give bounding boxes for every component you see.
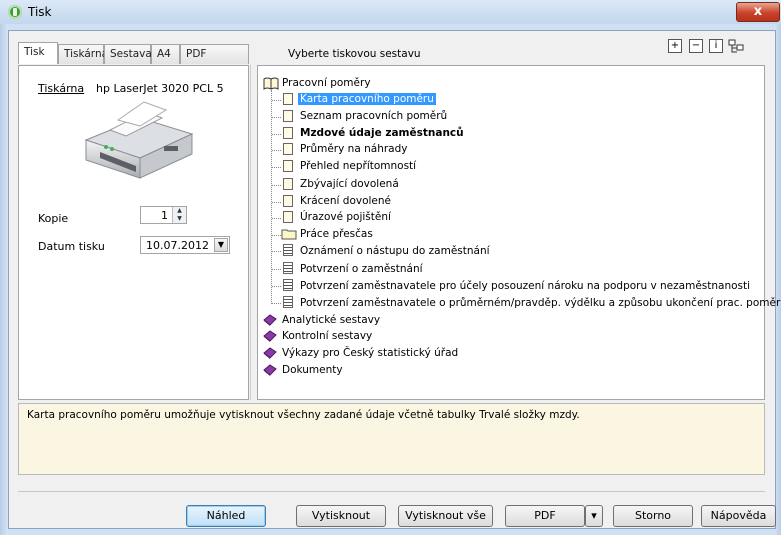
tab-tisk[interactable]: Tisk <box>18 42 58 64</box>
collapse-all-icon[interactable]: − <box>689 39 703 53</box>
tree-item[interactable]: Průměry na náhrady <box>300 141 407 157</box>
print-all-button[interactable]: Vytisknout vše <box>398 505 493 527</box>
document-icon <box>283 160 293 172</box>
tree-item[interactable]: Úrazové pojištění <box>300 209 391 225</box>
document-icon <box>283 143 293 155</box>
closed-book-icon <box>263 364 277 376</box>
tree-item[interactable]: Krácení dovolené <box>300 193 391 209</box>
document-icon <box>283 110 293 122</box>
dropdown-arrow-icon[interactable]: ▼ <box>214 238 228 252</box>
window-title: Tisk <box>28 5 52 19</box>
document-icon <box>283 211 293 223</box>
pdf-button[interactable]: PDF <box>505 505 585 527</box>
tree-item[interactable]: Seznam pracovních poměrů <box>300 108 447 124</box>
report-description: Karta pracovního poměru umožňuje vytiskn… <box>18 403 765 475</box>
tree-group-dokumenty[interactable]: Dokumenty <box>282 362 343 378</box>
print-date-value[interactable]: 10.07.2012 <box>146 239 209 252</box>
cancel-button[interactable]: Storno <box>613 505 693 527</box>
form-document-icon <box>283 279 293 291</box>
print-dialog: Tisk x Tisk Tiskárna Sestava A4 PDF Vybe… <box>0 0 781 535</box>
print-date-label: Datum tisku <box>38 240 105 253</box>
print-date-picker[interactable]: 10.07.2012 ▼ <box>140 236 230 254</box>
copies-spinner[interactable]: 1 ▲ ▼ <box>140 206 187 224</box>
tree-item[interactable]: Mzdové údaje zaměstnanců <box>300 125 464 141</box>
tree-item-label[interactable]: Karta pracovního poměru <box>298 93 436 105</box>
open-book-icon <box>263 77 279 90</box>
tab-pdf[interactable]: PDF <box>180 44 249 64</box>
tree-view-glyph <box>728 39 744 53</box>
tree-item[interactable]: Karta pracovního poměru <box>298 91 436 107</box>
tree-root-pracovni-pomery[interactable]: Pracovní poměry <box>282 75 371 91</box>
tree-item[interactable]: Potvrzení zaměstnavatele o průměrném/pra… <box>300 295 781 311</box>
tree-item[interactable]: Potvrzení o zaměstnání <box>300 261 423 277</box>
document-icon <box>283 195 293 207</box>
button-separator <box>18 491 765 492</box>
tree-item[interactable]: Zbývající dovolená <box>300 176 399 192</box>
pdf-dropdown-icon[interactable]: ▾ <box>585 505 603 527</box>
panel-splitter[interactable] <box>250 65 256 400</box>
printer-name: hp LaserJet 3020 PCL 5 <box>96 82 224 95</box>
expand-all-icon[interactable]: + <box>668 39 682 53</box>
copies-label: Kopie <box>38 212 69 225</box>
close-button[interactable]: x <box>736 2 780 22</box>
folder-icon <box>281 229 297 240</box>
document-icon <box>283 178 293 190</box>
tree-item[interactable]: Oznámení o nástupu do zaměstnání <box>300 243 490 259</box>
report-select-label: Vyberte tiskovou sestavu <box>288 48 421 60</box>
form-document-icon <box>283 262 293 274</box>
form-document-icon <box>283 244 293 256</box>
tree-connector <box>271 90 272 304</box>
tree-item[interactable]: Potvrzení zaměstnavatele pro účely posou… <box>300 278 750 294</box>
document-icon <box>283 127 293 139</box>
tree-group-analyticke-sestavy[interactable]: Analytické sestavy <box>282 312 380 328</box>
form-document-icon <box>283 296 293 308</box>
tree-item[interactable]: Práce přesčas <box>300 226 373 242</box>
tree-group-kontrolni-sestavy[interactable]: Kontrolní sestavy <box>282 328 372 344</box>
copies-value[interactable]: 1 <box>161 209 168 222</box>
help-button[interactable]: Nápověda <box>701 505 776 527</box>
document-icon <box>283 93 293 105</box>
print-button[interactable]: Vytisknout <box>296 505 386 527</box>
printer-link[interactable]: Tiskárna <box>38 82 84 95</box>
printer-image <box>84 101 194 179</box>
closed-book-icon <box>263 314 277 326</box>
window-border-left <box>0 24 8 535</box>
tab-a4[interactable]: A4 <box>151 44 180 64</box>
closed-book-icon <box>263 330 277 342</box>
tree-item[interactable]: Přehled nepřítomností <box>300 158 416 174</box>
closed-book-icon <box>263 347 277 359</box>
tree-view-icon[interactable] <box>728 39 745 53</box>
spinner-arrows-icon[interactable]: ▲ ▼ <box>172 207 186 223</box>
preview-button[interactable]: Náhled <box>186 505 266 527</box>
app-icon <box>8 5 22 19</box>
info-icon[interactable]: i <box>709 39 723 53</box>
tab-sestava[interactable]: Sestava <box>104 44 152 64</box>
title-bar: Tisk x <box>0 0 781 24</box>
tree-group-vykazy-csu[interactable]: Výkazy pro Český statistický úřad <box>282 345 458 361</box>
tab-tiskarna[interactable]: Tiskárna <box>58 44 108 64</box>
